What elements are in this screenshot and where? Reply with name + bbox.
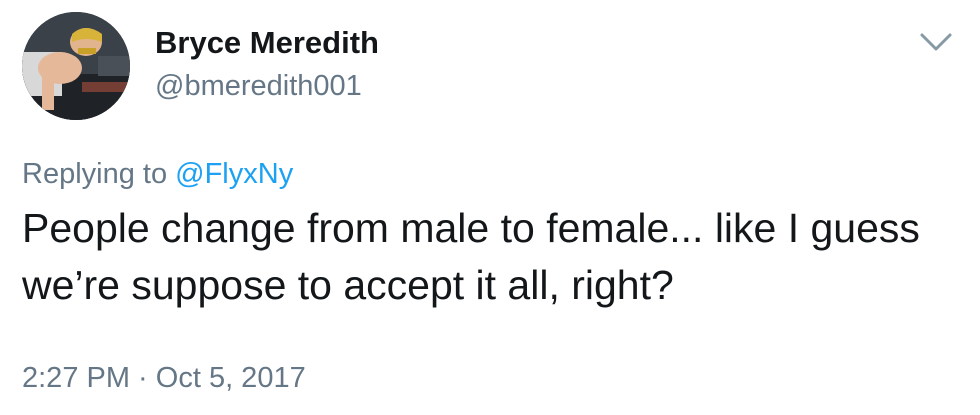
avatar-image xyxy=(22,12,130,120)
user-handle[interactable]: @bmeredith001 xyxy=(155,68,362,104)
chevron-down-icon[interactable] xyxy=(918,30,954,54)
display-name[interactable]: Bryce Meredith xyxy=(155,24,379,62)
avatar[interactable] xyxy=(22,12,130,120)
replying-to-line: Replying to @FlyxNy xyxy=(22,156,293,192)
reply-mention-link[interactable]: @FlyxNy xyxy=(175,158,293,190)
replying-to-label: Replying to xyxy=(22,158,176,190)
tweet-card: Bryce Meredith @bmeredith001 Replying to… xyxy=(0,0,980,415)
tweet-timestamp[interactable]: 2:27 PM · Oct 5, 2017 xyxy=(22,358,306,398)
tweet-text: People change from male to female... lik… xyxy=(22,205,920,308)
